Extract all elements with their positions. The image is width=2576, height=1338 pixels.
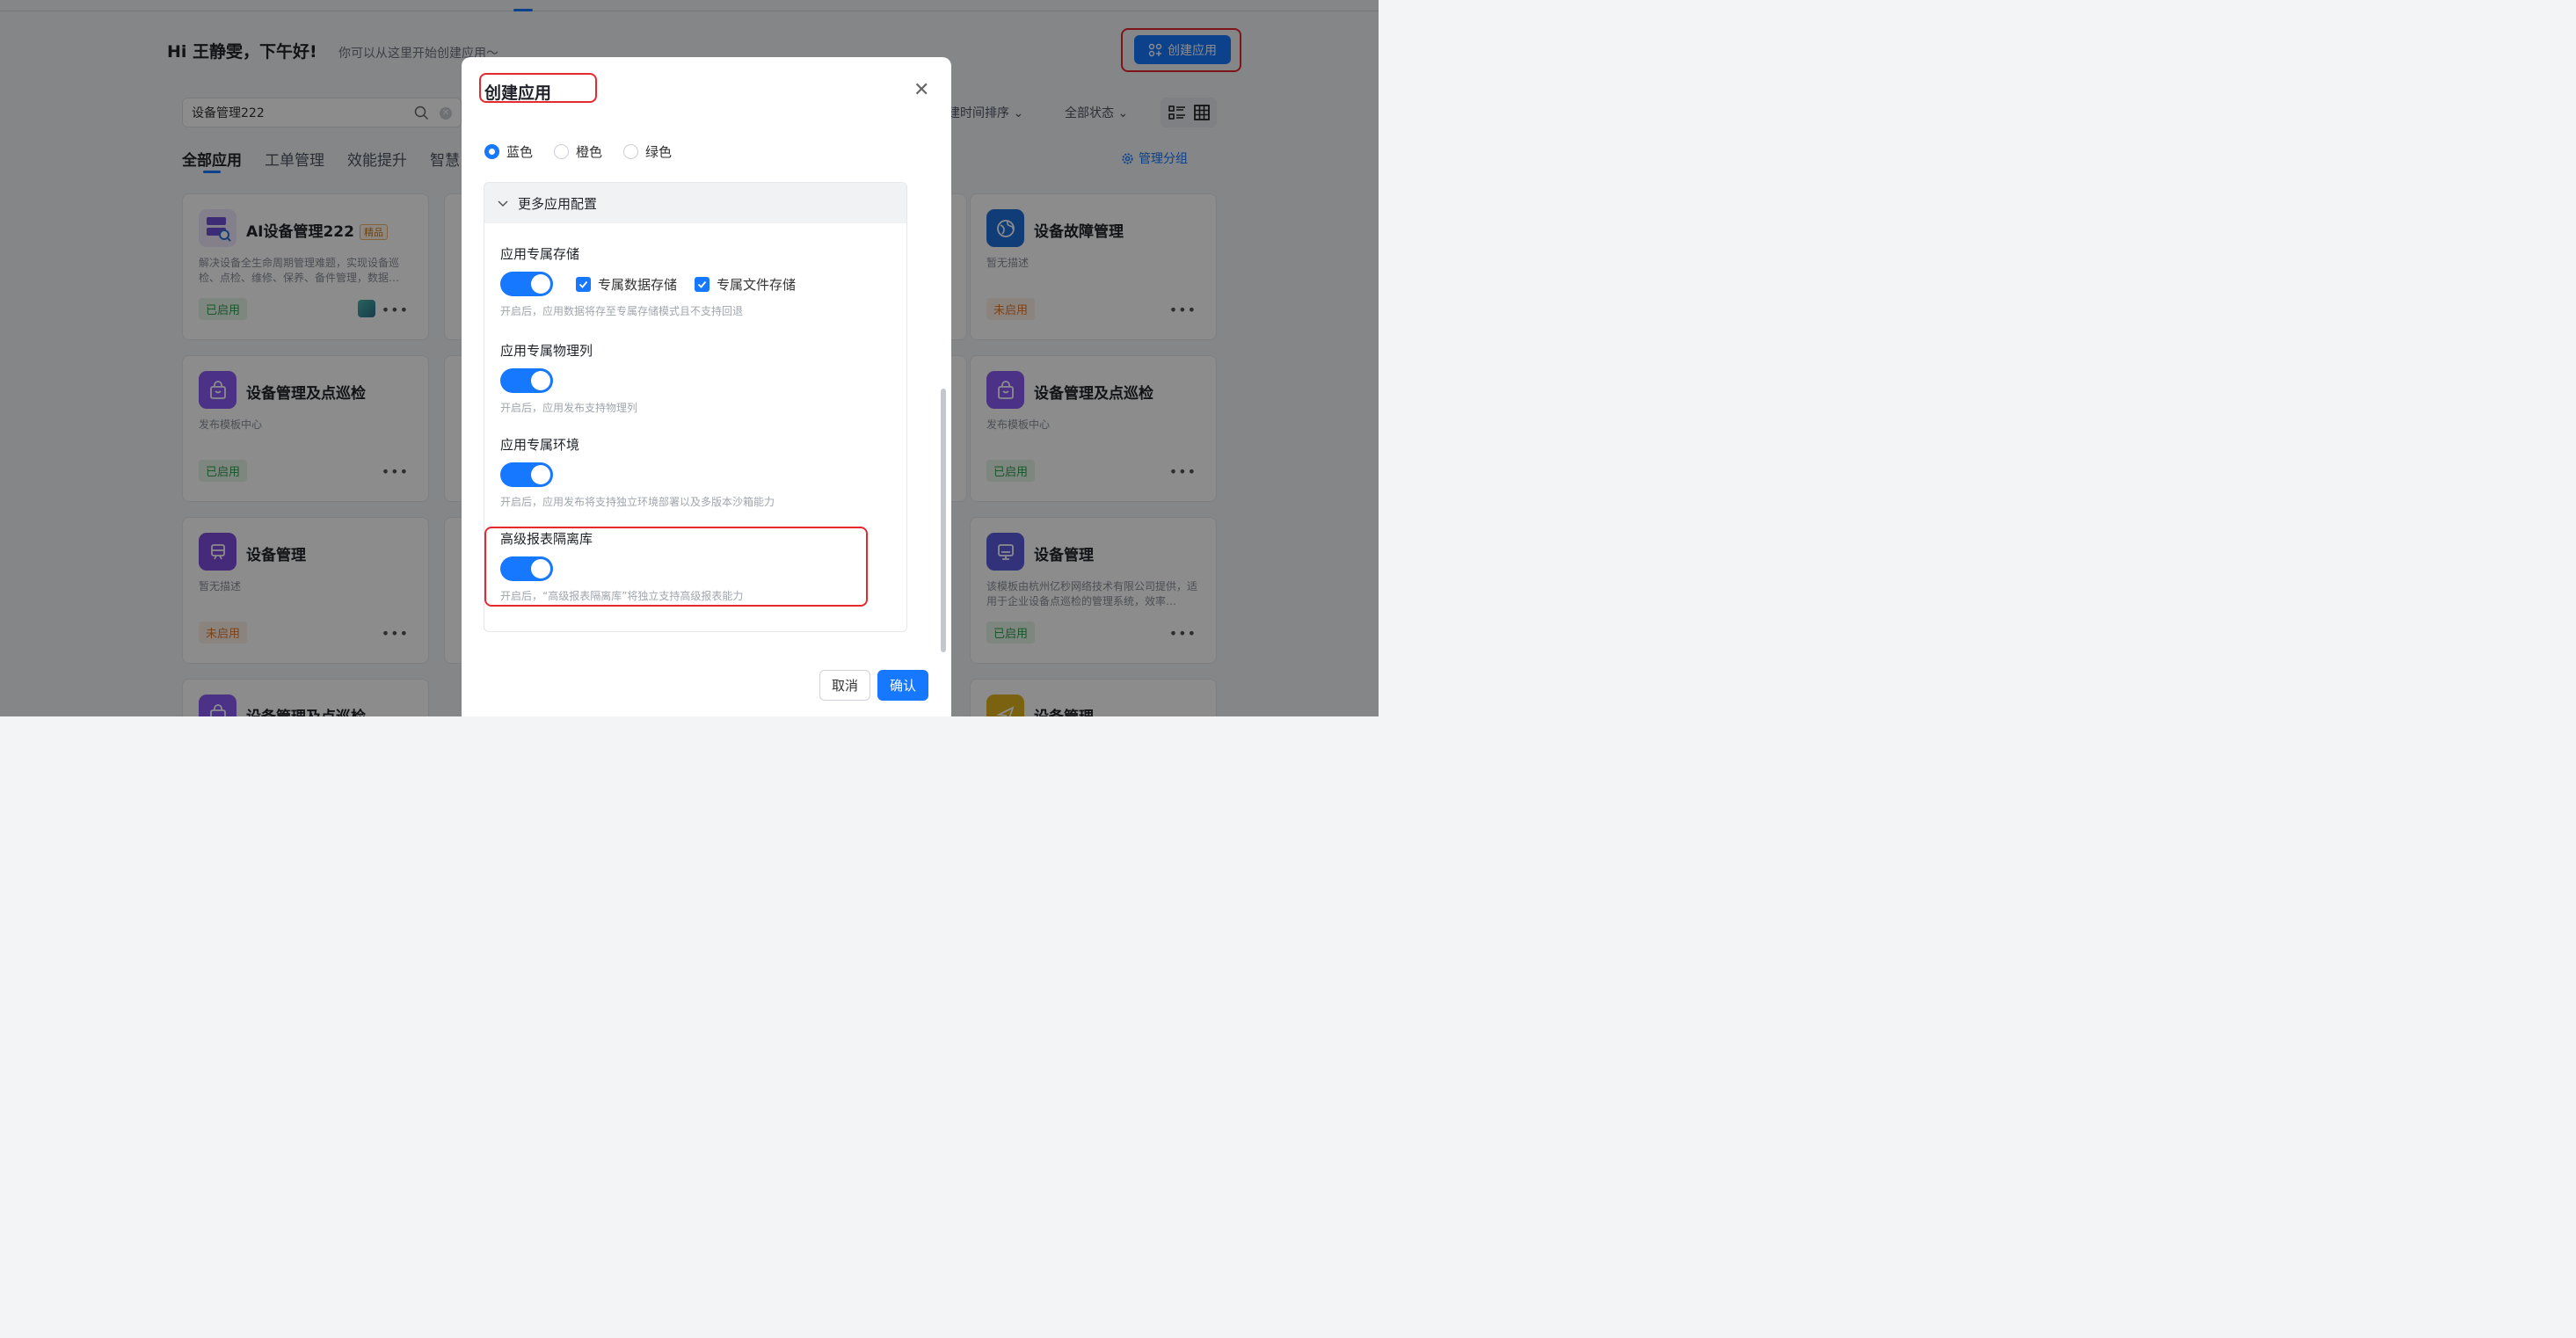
checkbox-data-storage[interactable]: 专属数据存储 (576, 275, 677, 294)
physical-column-section: 应用专属物理列 开启后，应用发布支持物理列 (500, 341, 637, 415)
checkbox-label: 专属文件存储 (717, 276, 797, 293)
cancel-button[interactable]: 取消 (819, 670, 870, 701)
radio-label: 绿色 (645, 144, 673, 160)
storage-title: 应用专属存储 (500, 246, 580, 262)
storage-section: 应用专属存储 专属数据存储 专属文件存储 开启后，应用数据将存至专属存储模式且不… (500, 244, 796, 318)
more-config-header[interactable]: 更多应用配置 (484, 183, 906, 223)
env-toggle[interactable] (500, 462, 553, 487)
create-app-dialog: 创建应用 ✕ 蓝色 橙色 绿色 更多应用配置 应用专属存储 专属数据存储 专属文… (462, 57, 951, 716)
radio-dot (623, 144, 639, 159)
radio-label: 橙色 (576, 144, 603, 160)
more-config-title: 更多应用配置 (518, 195, 598, 212)
storage-row: 专属数据存储 专属文件存储 (500, 263, 796, 296)
env-title: 应用专属环境 (500, 437, 580, 453)
physical-title: 应用专属物理列 (500, 343, 593, 359)
radio-dot (554, 144, 570, 159)
check-icon (695, 276, 710, 292)
storage-hint: 开启后，应用数据将存至专属存储模式且不支持回退 (500, 305, 744, 317)
radio-green[interactable]: 绿色 (623, 142, 672, 161)
check-icon (576, 276, 591, 292)
dialog-scrollbar[interactable] (941, 389, 946, 652)
close-icon[interactable]: ✕ (913, 79, 929, 101)
checkbox-file-storage[interactable]: 专属文件存储 (695, 275, 796, 294)
env-hint: 开启后，应用发布将支持独立环境部署以及多版本沙箱能力 (500, 496, 775, 508)
checkbox-label: 专属数据存储 (598, 276, 678, 293)
radio-label: 蓝色 (506, 144, 534, 160)
highlight-report-section (484, 527, 868, 607)
env-section: 应用专属环境 开启后，应用发布将支持独立环境部署以及多版本沙箱能力 (500, 435, 775, 509)
color-radio-group: 蓝色 橙色 绿色 (484, 142, 672, 161)
confirm-button[interactable]: 确认 (877, 670, 928, 701)
radio-dot (484, 144, 499, 159)
physical-hint: 开启后，应用发布支持物理列 (500, 402, 638, 414)
chevron-down-icon (498, 200, 508, 207)
highlight-dialog-title (479, 73, 597, 103)
storage-toggle[interactable] (500, 272, 553, 296)
radio-blue[interactable]: 蓝色 (484, 142, 533, 161)
physical-toggle[interactable] (500, 368, 553, 393)
radio-orange[interactable]: 橙色 (554, 142, 602, 161)
